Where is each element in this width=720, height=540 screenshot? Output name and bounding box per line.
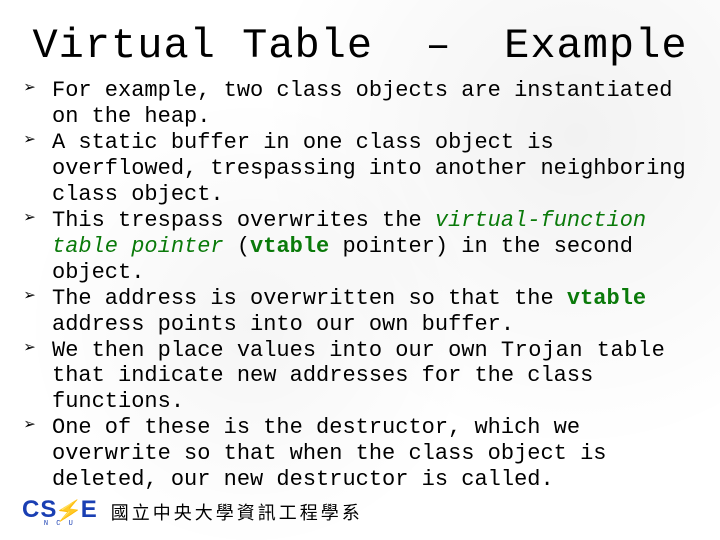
slide: Virtual Table – Example ➢ For example, tw…	[0, 0, 720, 540]
bullet-text: This trespass overwrites the	[52, 208, 435, 233]
bullet-text: One of these is the destructor, which we…	[52, 415, 607, 492]
bullet-item: ➢ We then place values into our own Troja…	[24, 338, 696, 416]
bullet-arrow-icon: ➢	[24, 288, 36, 308]
bullet-item: ➢ For example, two class objects are inst…	[24, 78, 696, 130]
footer-institution: 國立中央大學資訊工程學系	[111, 499, 363, 525]
slide-title: Virtual Table – Example	[22, 22, 698, 70]
bullet-list: ➢ For example, two class objects are inst…	[22, 78, 698, 493]
bullet-text: that indicate new addresses for the clas…	[52, 363, 593, 414]
emphasis-code: vtable	[567, 286, 646, 311]
bullet-arrow-icon: ➢	[24, 417, 36, 437]
emphasis-term: Trojan table	[501, 338, 665, 363]
lightning-icon: ⚡	[54, 496, 85, 526]
bullet-text: (	[224, 234, 250, 259]
bullet-text: A static buffer in one class object is o…	[52, 130, 686, 207]
slide-footer: CS ⚡ E N C U 國立中央大學資訊工程學系	[22, 496, 363, 528]
bullet-arrow-icon: ➢	[24, 80, 36, 100]
bullet-item: ➢The address is overwritten so that the …	[24, 286, 696, 338]
csie-logo: CS ⚡ E N C U	[22, 496, 97, 528]
bullet-item: ➢ One of these is the destructor, which w…	[24, 415, 696, 493]
bullet-text: address points into our own buffer.	[52, 312, 514, 337]
bullet-text: We then place values into our own	[52, 338, 501, 363]
bullet-item: ➢This trespass overwrites the virtual-fu…	[24, 208, 696, 286]
bullet-arrow-icon: ➢	[24, 132, 36, 152]
bullet-item: ➢ A static buffer in one class object is …	[24, 130, 696, 208]
bullet-text: The address is overwritten so that the	[52, 286, 567, 311]
emphasis-code: vtable	[250, 234, 329, 259]
bullet-arrow-icon: ➢	[24, 210, 36, 230]
bullet-arrow-icon: ➢	[24, 340, 36, 360]
bullet-text: For example, two class objects are insta…	[52, 78, 673, 129]
